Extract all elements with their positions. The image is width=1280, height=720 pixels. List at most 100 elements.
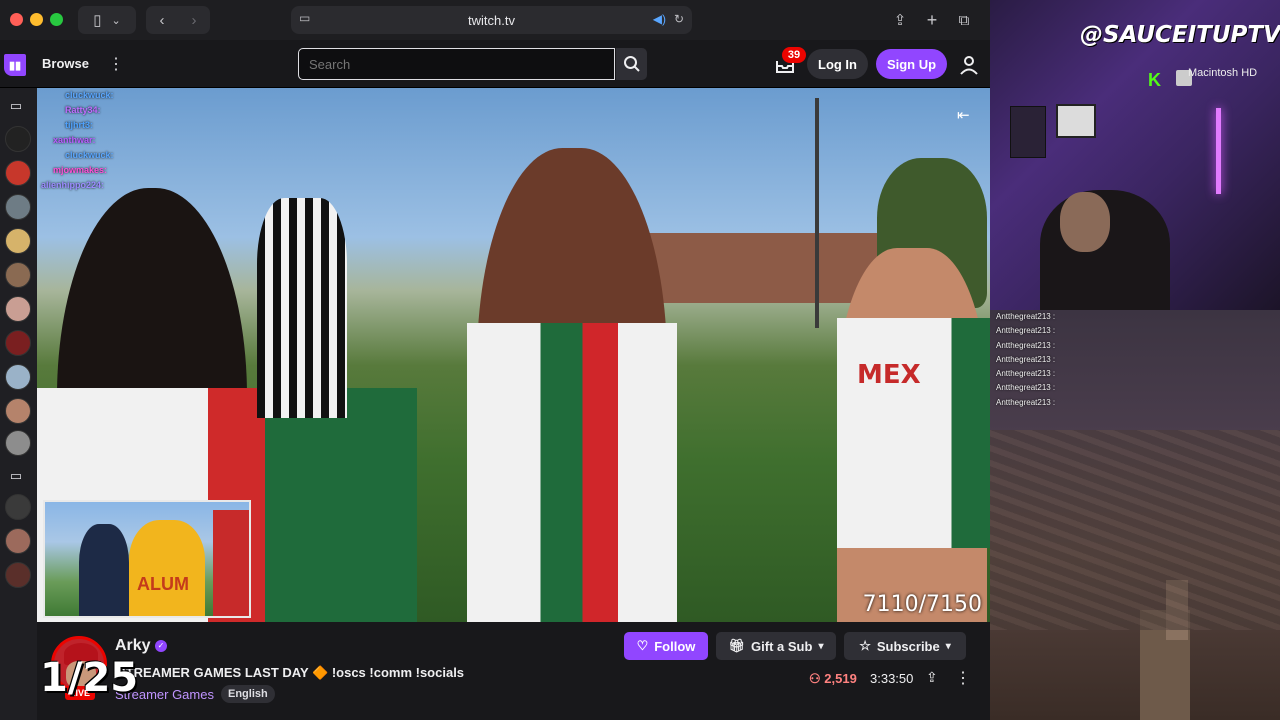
chat-overlay: cluckwuck: Ratty34: tijhrt3: xanthwar: c… [41, 88, 191, 193]
channel-avatar[interactable] [5, 562, 31, 588]
collapse-chat-icon[interactable]: ⇤ [957, 106, 970, 124]
follow-label: Follow [654, 638, 696, 654]
channel-avatar[interactable] [5, 494, 31, 520]
chat-overlay-line: Ratty34: [65, 105, 101, 115]
close-window-button[interactable] [10, 13, 23, 26]
channel-avatar[interactable] [5, 160, 31, 186]
star-icon: ☆ [859, 638, 871, 653]
chat-log-line: Antthegreat213 : [996, 383, 1056, 393]
browse-link[interactable]: Browse [42, 56, 89, 71]
drive-label: Macintosh HD [1188, 67, 1258, 79]
chat-log-line: Antthegreat213 : [996, 354, 1056, 364]
follow-button[interactable]: ♡ Follow [624, 632, 708, 660]
pip-flag [213, 510, 249, 616]
chat-log-line: Antthegreat213 : [996, 397, 1056, 407]
share-button[interactable]: ⇪ [886, 6, 914, 34]
video-player[interactable]: MEX cluckwuck: Ratty34: tijhrt3: xanthwa… [37, 88, 990, 622]
forward-button[interactable]: › [178, 12, 210, 29]
language-tag[interactable]: English [221, 685, 275, 703]
channel-avatar[interactable] [5, 194, 31, 220]
browser-window: ▯ ⌄ ‹ › ▭ twitch.tv ◀) ↻ ⇪ + ⧉ ▮▮ Browse… [0, 0, 990, 720]
streamer-handle: @SAUCEITUPTV [1080, 22, 1280, 48]
chevron-down-icon: ▾ [818, 640, 824, 652]
minimize-window-button[interactable] [30, 13, 43, 26]
channel-avatar[interactable] [5, 126, 31, 152]
chat-overlay-line: mjowmakes: [53, 165, 108, 175]
picture-in-picture-feed: ALUM [43, 500, 251, 618]
more-menu-icon[interactable]: ⋮ [108, 54, 124, 74]
channel-avatar[interactable] [5, 296, 31, 322]
history-nav: ‹ › [146, 6, 210, 34]
kick-logo-icon: K [1148, 70, 1161, 90]
chat-overlay-line: cluckwuck: [65, 150, 114, 160]
followed-channels-rail: ▭ ▭ [0, 88, 37, 720]
chat-log-line: Antthegreat213 : [996, 369, 1056, 379]
pip-shirt-text: ALUM [137, 574, 189, 594]
signup-button[interactable]: Sign Up [876, 49, 947, 79]
plus-icon: + [926, 9, 938, 30]
viewer-count-value: 2,519 [824, 671, 857, 686]
share-icon: ⇪ [893, 12, 907, 29]
wall-poster [1010, 106, 1046, 158]
channel-avatar[interactable] [5, 528, 31, 554]
address-bar[interactable]: ▭ twitch.tv ◀) ↻ [291, 6, 692, 34]
browser-titlebar: ▯ ⌄ ‹ › ▭ twitch.tv ◀) ↻ ⇪ + ⧉ [0, 0, 990, 40]
city-grid [990, 430, 1280, 630]
person-head [1060, 192, 1110, 252]
challenge-counter-overlay: 1/25 [40, 655, 139, 701]
subscribe-button[interactable]: ☆ Subscribe ▾ [844, 632, 966, 660]
subscribe-label: Subscribe [876, 638, 940, 654]
search-input[interactable] [298, 48, 615, 80]
jersey-right [837, 318, 990, 548]
twitch-top-nav: ▮▮ Browse ⋮ 39 Log In Sign Up [0, 40, 990, 88]
channel-avatar[interactable] [5, 398, 31, 424]
new-tab-button[interactable]: + [918, 6, 946, 34]
twitch-logo[interactable]: ▮▮ [4, 54, 26, 76]
gift-label: Gift a Sub [751, 638, 813, 654]
stream-title: STREAMER GAMES LAST DAY 🔶 !oscs !comm !s… [117, 665, 465, 680]
audio-playing-icon[interactable]: ◀) [653, 12, 666, 26]
reload-icon[interactable]: ↻ [674, 12, 684, 26]
chevron-down-icon: ⌄ [111, 14, 121, 27]
viewers-icon: ⚇ [809, 671, 821, 686]
overlay-chat-log: Antthegreat213 : Antthegreat213 : Antthe… [996, 310, 1196, 410]
led-strip [1216, 108, 1221, 194]
user-menu-icon[interactable] [958, 54, 980, 76]
sidebar-toggle-button[interactable]: ▯ ⌄ [78, 6, 136, 34]
share-icon[interactable]: ⇪ [926, 669, 938, 686]
gift-sub-button[interactable]: 🎁︎ Gift a Sub ▾ [716, 632, 836, 660]
streamer-name[interactable]: Arky [115, 637, 151, 655]
login-button[interactable]: Log In [807, 49, 868, 79]
chat-log-line: Antthegreat213 : [996, 340, 1056, 350]
channel-info-bar: LIVE Arky ✓ STREAMER GAMES LAST DAY 🔶 !o… [37, 622, 990, 720]
pip-person-left [79, 524, 129, 616]
page-menu-icon[interactable]: ▭ [299, 11, 310, 25]
channel-avatar[interactable] [5, 364, 31, 390]
more-options-icon[interactable]: ⋮ [955, 668, 971, 688]
search-button[interactable] [616, 48, 647, 80]
stream-uptime: 3:33:50 [870, 671, 914, 686]
verified-icon: ✓ [155, 640, 167, 652]
chat-overlay-line: cluckwuck: [65, 90, 114, 100]
recommended-channels-icon[interactable]: ▭ [6, 98, 26, 118]
chat-log-line: Antthegreat213 : [996, 326, 1056, 336]
pip-person-right [129, 520, 205, 616]
referee [257, 198, 347, 418]
floodlight-pole [815, 98, 819, 328]
tabs-icon: ⧉ [958, 11, 970, 29]
notification-badge: 39 [782, 47, 806, 63]
channel-avatar[interactable] [5, 330, 31, 356]
sidebar-icon: ▯ [93, 12, 102, 29]
search-icon [623, 56, 640, 72]
zoom-window-button[interactable] [50, 13, 63, 26]
heart-icon: ♡ [636, 638, 649, 653]
jersey-text: MEX [857, 360, 921, 390]
video-camera-icon[interactable]: ▭ [6, 468, 26, 488]
tab-overview-button[interactable]: ⧉ [950, 6, 978, 34]
channel-avatar[interactable] [5, 262, 31, 288]
channel-avatar[interactable] [5, 228, 31, 254]
channel-avatar[interactable] [5, 430, 31, 456]
back-button[interactable]: ‹ [146, 12, 178, 29]
gift-icon: 🎁︎ [728, 638, 746, 653]
jersey-center [467, 323, 677, 622]
